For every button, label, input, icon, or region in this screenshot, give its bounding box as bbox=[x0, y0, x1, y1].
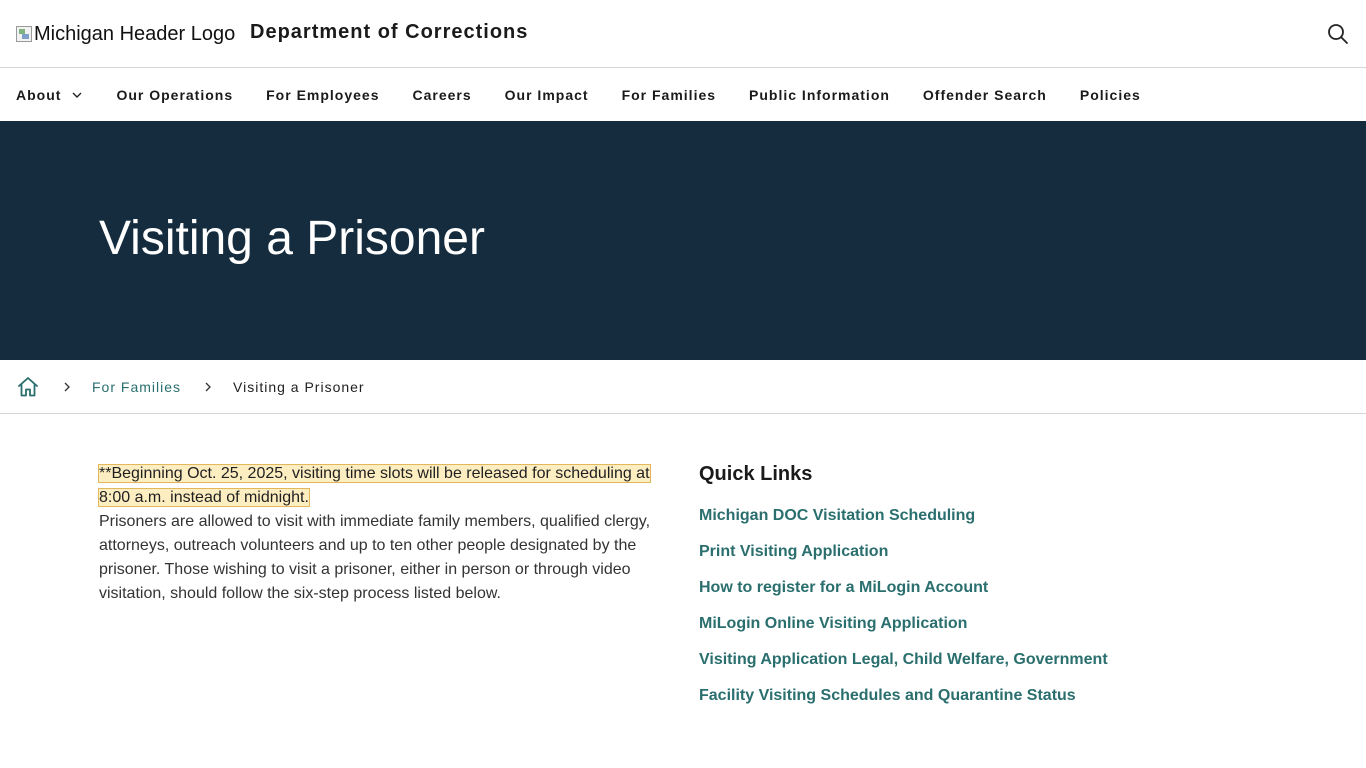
broken-image-icon bbox=[16, 26, 32, 42]
search-icon bbox=[1328, 24, 1348, 44]
quick-link-register-milogin[interactable]: How to register for a MiLogin Account bbox=[699, 578, 1299, 598]
quick-link-milogin-online-application[interactable]: MiLogin Online Visiting Application bbox=[699, 614, 1299, 634]
nav-item-careers[interactable]: Careers bbox=[413, 87, 472, 103]
nav-item-label: About bbox=[16, 87, 62, 103]
chevron-right-icon bbox=[64, 382, 70, 391]
site-header: Michigan Header Logo Department of Corre… bbox=[0, 0, 1366, 68]
quick-link-visitation-scheduling[interactable]: Michigan DOC Visitation Scheduling bbox=[699, 506, 1299, 526]
chevron-right-icon bbox=[205, 382, 211, 391]
nav-item-policies[interactable]: Policies bbox=[1080, 87, 1141, 103]
visiting-intro-text: Prisoners are allowed to visit with imme… bbox=[99, 513, 651, 602]
quick-link-print-visiting-application[interactable]: Print Visiting Application bbox=[699, 542, 1299, 562]
breadcrumb-link-for-families[interactable]: For Families bbox=[92, 379, 181, 395]
nav-item-about[interactable]: About bbox=[16, 87, 83, 103]
breadcrumb: For Families Visiting a Prisoner bbox=[0, 360, 1366, 414]
nav-item-our-impact[interactable]: Our Impact bbox=[505, 87, 589, 103]
michigan-header-logo[interactable]: Michigan Header Logo bbox=[16, 22, 235, 46]
quick-links-panel: Quick Links Michigan DOC Visitation Sche… bbox=[699, 462, 1299, 722]
page-title: Visiting a Prisoner bbox=[99, 212, 485, 265]
main-nav: About Our Operations For Employees Caree… bbox=[0, 69, 1366, 121]
main-content: **Beginning Oct. 25, 2025, visiting time… bbox=[98, 462, 659, 606]
nav-item-our-operations[interactable]: Our Operations bbox=[116, 87, 233, 103]
hero-banner: Visiting a Prisoner bbox=[0, 121, 1366, 360]
logo-alt-text: Michigan Header Logo bbox=[34, 22, 236, 45]
quick-link-facility-schedules[interactable]: Facility Visiting Schedules and Quaranti… bbox=[699, 686, 1299, 706]
quick-link-legal-child-welfare-government[interactable]: Visiting Application Legal, Child Welfar… bbox=[699, 650, 1299, 670]
home-icon[interactable] bbox=[16, 375, 40, 399]
nav-item-for-families[interactable]: For Families bbox=[622, 87, 716, 103]
chevron-down-icon bbox=[72, 92, 82, 98]
nav-item-offender-search[interactable]: Offender Search bbox=[923, 87, 1047, 103]
nav-item-for-employees[interactable]: For Employees bbox=[266, 87, 379, 103]
nav-item-public-information[interactable]: Public Information bbox=[749, 87, 890, 103]
breadcrumb-current: Visiting a Prisoner bbox=[233, 378, 365, 395]
schedule-notice: **Beginning Oct. 25, 2025, visiting time… bbox=[98, 464, 651, 507]
quick-links-heading: Quick Links bbox=[699, 463, 813, 485]
site-title[interactable]: Department of Corrections bbox=[250, 21, 528, 44]
search-button[interactable] bbox=[1326, 22, 1350, 46]
